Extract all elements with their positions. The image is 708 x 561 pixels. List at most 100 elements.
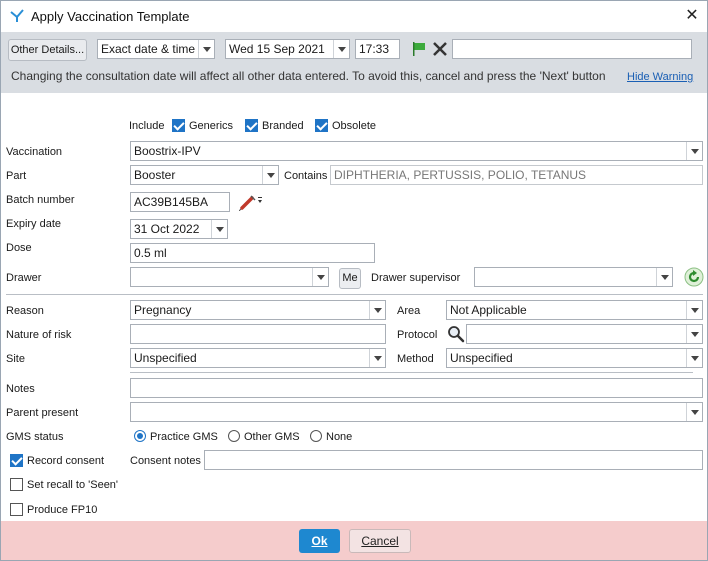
syringe-icon[interactable] (239, 193, 263, 211)
produce-fp10-checkbox[interactable] (10, 503, 23, 516)
notes-field[interactable] (130, 378, 703, 398)
part-select[interactable]: Booster (130, 165, 279, 185)
date-select[interactable]: Wed 15 Sep 2021 (225, 39, 350, 59)
nature-of-risk-field[interactable] (130, 324, 386, 344)
part-label: Part (6, 170, 27, 182)
section-divider (130, 372, 693, 373)
contains-field: DIPHTHERIA, PERTUSSIS, POLIO, TETANUS (330, 165, 703, 185)
obsolete-checkbox[interactable] (315, 119, 328, 132)
generics-checkbox[interactable] (172, 119, 185, 132)
gms-status-label: GMS status (6, 431, 64, 443)
dose-field[interactable]: 0.5 ml (130, 243, 375, 263)
record-consent-checkbox[interactable] (10, 454, 23, 467)
practice-gms-label: Practice GMS (150, 431, 218, 443)
warning-message: Changing the consultation date will affe… (11, 69, 606, 83)
time-field[interactable]: 17:33 (355, 39, 400, 59)
include-label: Include (129, 120, 165, 132)
clear-x-icon[interactable] (432, 41, 448, 57)
reason-label: Reason (6, 305, 44, 317)
site-select[interactable]: Unspecified (130, 348, 386, 368)
date-free-text-field[interactable] (452, 39, 692, 59)
date-mode-value: Exact date & time (101, 42, 196, 56)
branded-checkbox[interactable] (245, 119, 258, 132)
chevron-down-icon[interactable] (686, 142, 702, 160)
expiry-date-select[interactable]: 31 Oct 2022 (130, 219, 228, 239)
expiry-date-label: Expiry date (6, 218, 62, 230)
other-gms-radio[interactable] (228, 430, 240, 442)
dose-label: Dose (6, 242, 32, 254)
drawer-supervisor-label: Drawer supervisor (371, 272, 461, 284)
date-value: Wed 15 Sep 2021 (229, 42, 325, 56)
dialog-footer: Ok Cancel (1, 521, 707, 560)
vaccination-select[interactable]: Boostrix-IPV (130, 141, 703, 161)
parent-present-label: Parent present (6, 407, 79, 419)
none-label: None (326, 431, 353, 443)
set-recall-checkbox[interactable] (10, 478, 23, 491)
dose-value: 0.5 ml (134, 246, 167, 260)
chevron-down-icon[interactable] (686, 403, 702, 421)
chevron-down-icon[interactable] (262, 166, 278, 184)
practice-gms-radio[interactable] (134, 430, 146, 442)
drawer-supervisor-select[interactable] (474, 267, 673, 287)
cancel-button[interactable]: Cancel (349, 529, 411, 553)
vaccination-value: Boostrix-IPV (134, 144, 201, 158)
protocol-label: Protocol (397, 329, 438, 341)
vaccination-dialog: Apply Vaccination Template ✕ Other Detai… (0, 0, 708, 561)
none-radio[interactable] (310, 430, 322, 442)
contains-value: DIPHTHERIA, PERTUSSIS, POLIO, TETANUS (334, 168, 587, 182)
batch-number-value: AC39B145BA (134, 195, 209, 209)
obsolete-label: Obsolete (332, 120, 377, 132)
batch-number-label: Batch number (6, 194, 75, 206)
other-gms-label: Other GMS (244, 431, 300, 443)
parent-present-select[interactable] (130, 402, 703, 422)
area-select[interactable]: Not Applicable (446, 300, 703, 320)
nature-of-risk-label: Nature of risk (6, 329, 72, 341)
produce-fp10-label: Produce FP10 (27, 504, 98, 516)
consent-notes-label: Consent notes (130, 455, 201, 467)
section-divider (6, 294, 703, 295)
date-mode-select[interactable]: Exact date & time (97, 39, 215, 59)
date-warning-bar: Other Details... Exact date & time Wed 1… (1, 32, 707, 93)
area-label: Area (397, 305, 421, 317)
reason-value: Pregnancy (134, 303, 192, 317)
set-recall-label: Set recall to 'Seen' (27, 479, 119, 491)
protocol-select[interactable] (466, 324, 703, 344)
search-icon[interactable] (447, 325, 465, 343)
chevron-down-icon[interactable] (198, 40, 214, 58)
generics-label: Generics (189, 120, 234, 132)
chevron-down-icon[interactable] (686, 301, 702, 319)
reason-select[interactable]: Pregnancy (130, 300, 386, 320)
part-value: Booster (134, 168, 176, 182)
method-value: Unspecified (450, 351, 513, 365)
chevron-down-icon[interactable] (211, 220, 227, 238)
flag-icon[interactable] (411, 41, 427, 57)
chevron-down-icon[interactable] (369, 349, 385, 367)
chevron-down-icon[interactable] (686, 325, 702, 343)
vaccine-app-icon (10, 9, 24, 22)
chevron-down-icon[interactable] (333, 40, 349, 58)
me-button[interactable]: Me (339, 268, 361, 289)
vaccination-label: Vaccination (6, 146, 63, 158)
notes-label: Notes (6, 383, 35, 395)
chevron-down-icon[interactable] (656, 268, 672, 286)
site-label: Site (6, 353, 25, 365)
chevron-down-icon[interactable] (312, 268, 328, 286)
drawer-select[interactable] (130, 267, 329, 287)
method-select[interactable]: Unspecified (446, 348, 703, 368)
method-label: Method (397, 353, 434, 365)
chevron-down-icon[interactable] (369, 301, 385, 319)
site-value: Unspecified (134, 351, 197, 365)
refresh-icon[interactable] (684, 267, 704, 287)
consent-notes-field[interactable] (204, 450, 703, 470)
time-value: 17:33 (359, 42, 390, 56)
batch-number-field[interactable]: AC39B145BA (130, 192, 230, 212)
hide-warning-link[interactable]: Hide Warning (627, 71, 693, 83)
area-value: Not Applicable (450, 303, 527, 317)
ok-button[interactable]: Ok (299, 529, 340, 553)
record-consent-label: Record consent (27, 455, 105, 467)
title-bar: Apply Vaccination Template ✕ (1, 1, 707, 32)
chevron-down-icon[interactable] (686, 349, 702, 367)
other-details-button[interactable]: Other Details... (8, 39, 87, 61)
close-icon[interactable]: ✕ (681, 5, 703, 27)
expiry-date-value: 31 Oct 2022 (134, 222, 200, 236)
